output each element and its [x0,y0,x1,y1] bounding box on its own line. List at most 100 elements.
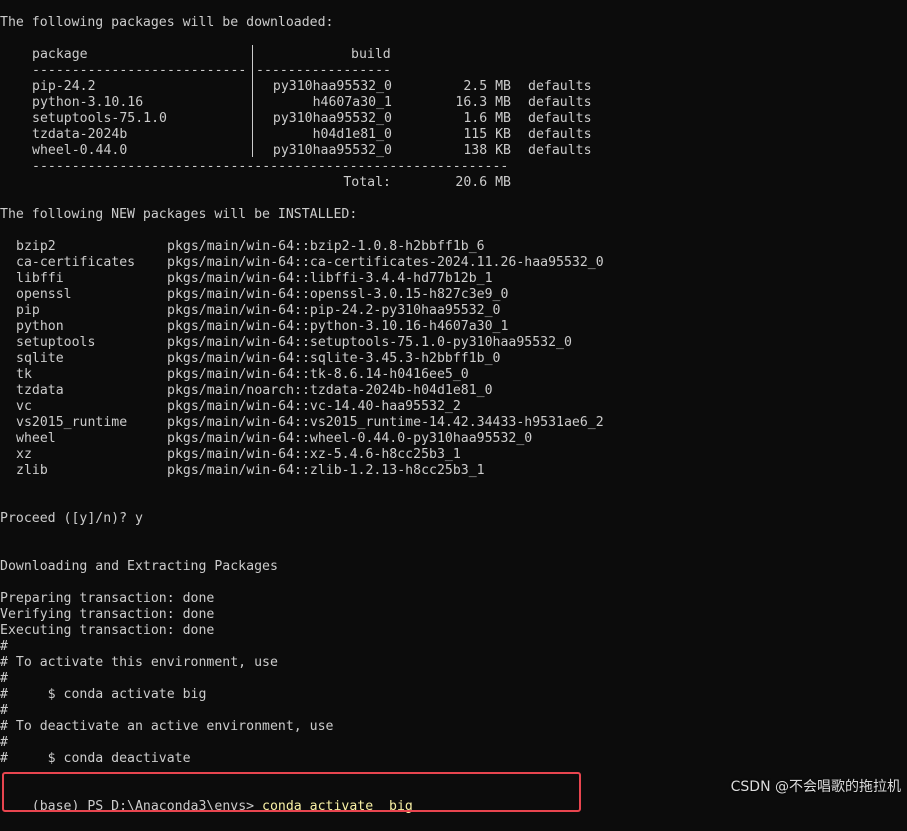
install-row: wheel pkgs/main/win-64::wheel-0.44.0-py31… [0,431,907,447]
install-row: python pkgs/main/win-64::python-3.10.16-h… [0,319,907,335]
download-package: tzdata-2024b [32,127,128,142]
install-name: wheel [16,431,56,446]
hint-line: # [0,639,8,654]
install-row: vs2015_runtime pkgs/main/win-64::vs2015_r… [0,415,907,431]
install-name: xz [16,447,32,462]
transaction-line: Preparing transaction: done [0,591,215,606]
install-name: tk [16,367,32,382]
download-total-separator: ----------------------------------------… [0,159,907,175]
terminal-output[interactable]: The following packages will be downloade… [0,15,907,814]
download-channel: defaults [528,95,592,110]
download-row: python-3.10.16 h4607a30_1 16.3 MB defaults [0,95,907,111]
download-table-separator: --------------------------- ------------… [0,63,907,79]
hint-line: # To deactivate an active environment, u… [0,719,334,734]
install-spec: pkgs/main/win-64::setuptools-75.1.0-py31… [167,335,572,350]
command-highlight-box [2,772,581,812]
download-row: setuptools-75.1.0 py310haa95532_0 1.6 MB de… [0,111,907,127]
install-spec: pkgs/main/win-64::zlib-1.2.13-h8cc25b3_1 [167,463,485,478]
download-package: pip-24.2 [32,79,96,94]
install-spec: pkgs/main/win-64::bzip2-1.0.8-h2bbff1b_6 [167,239,485,254]
install-name: pip [16,303,40,318]
downloading-status: Downloading and Extracting Packages [0,559,278,574]
install-row: setuptools pkgs/main/win-64::setuptools-7… [0,335,907,351]
download-row: tzdata-2024b h04d1e81_0 115 KB defaults [0,127,907,143]
total-value: 20.6 MB [455,175,511,190]
install-row: pip pkgs/main/win-64::pip-24.2-py310haa95… [0,303,907,319]
download-header: The following packages will be downloade… [0,15,334,30]
hint-line: # [0,703,8,718]
install-name: tzdata [16,383,64,398]
download-package: python-3.10.16 [32,95,144,110]
hint-line: # [0,735,8,750]
download-channel: defaults [528,127,592,142]
separator-left: --------------------------- [32,63,247,78]
install-spec: pkgs/main/win-64::pip-24.2-py310haa95532… [167,303,501,318]
install-row: ca-certificates pkgs/main/win-64::ca-cert… [0,255,907,271]
download-table-header: package build [0,47,907,63]
install-name: vc [16,399,32,414]
watermark: CSDN @不会唱歌的拖拉机 [730,779,901,795]
download-package: wheel-0.44.0 [32,143,128,158]
download-size: 2.5 MB [463,79,511,94]
install-row: libffi pkgs/main/win-64::libffi-3.4.4-hd7… [0,271,907,287]
install-spec: pkgs/main/noarch::tzdata-2024b-h04d1e81_… [167,383,493,398]
download-build: py310haa95532_0 [272,111,392,126]
download-size: 115 KB [463,127,511,142]
transaction-line: Verifying transaction: done [0,607,215,622]
install-row: sqlite pkgs/main/win-64::sqlite-3.45.3-h2… [0,351,907,367]
download-channel: defaults [528,111,592,126]
install-spec: pkgs/main/win-64::openssl-3.0.15-h827c3e… [167,287,509,302]
install-spec: pkgs/main/win-64::libffi-3.4.4-hd77b12b_… [167,271,493,286]
install-name: openssl [16,287,72,302]
install-row: openssl pkgs/main/win-64::openssl-3.0.15-… [0,287,907,303]
download-build: py310haa95532_0 [272,79,392,94]
install-spec: pkgs/main/win-64::vc-14.40-haa95532_2 [167,399,461,414]
install-row: tzdata pkgs/main/noarch::tzdata-2024b-h04… [0,383,907,399]
total-label: Total: [343,175,391,190]
install-spec: pkgs/main/win-64::ca-certificates-2024.1… [167,255,604,270]
download-package: setuptools-75.1.0 [32,111,167,126]
table-column-divider [252,45,253,157]
install-spec: pkgs/main/win-64::tk-8.6.14-h0416ee5_0 [167,367,469,382]
install-name: python [16,319,64,334]
install-spec: pkgs/main/win-64::xz-5.4.6-h8cc25b3_1 [167,447,461,462]
download-size: 1.6 MB [463,111,511,126]
install-spec: pkgs/main/win-64::wheel-0.44.0-py310haa9… [167,431,533,446]
download-channel: defaults [528,143,592,158]
install-name: setuptools [16,335,96,350]
separator-right: ----------------- [256,63,391,78]
install-name: sqlite [16,351,64,366]
hint-line: # $ conda deactivate [0,751,191,766]
install-spec: pkgs/main/win-64::sqlite-3.45.3-h2bbff1b… [167,351,501,366]
install-row: zlib pkgs/main/win-64::zlib-1.2.13-h8cc25… [0,463,907,479]
download-total-row: Total: 20.6 MB [0,175,907,191]
hint-line: # $ conda activate big [0,687,207,702]
col-build-header: build [351,47,391,62]
col-package-header: package [32,47,88,62]
separator-total: ----------------------------------------… [32,159,509,174]
download-channel: defaults [528,79,592,94]
install-row: xz pkgs/main/win-64::xz-5.4.6-h8cc25b3_1 [0,447,907,463]
install-spec: pkgs/main/win-64::python-3.10.16-h4607a3… [167,319,509,334]
install-name: bzip2 [16,239,56,254]
download-size: 16.3 MB [455,95,511,110]
hint-line: # To activate this environment, use [0,655,278,670]
install-header: The following NEW packages will be INSTA… [0,207,358,222]
download-row: pip-24.2 py310haa95532_0 2.5 MB defaults [0,79,907,95]
install-row: tk pkgs/main/win-64::tk-8.6.14-h0416ee5_0 [0,367,907,383]
download-size: 138 KB [463,143,511,158]
download-build: h04d1e81_0 [312,127,392,142]
proceed-prompt: Proceed ([y]/n)? y [0,511,143,526]
install-name: libffi [16,271,64,286]
install-spec: pkgs/main/win-64::vs2015_runtime-14.42.3… [167,415,604,430]
install-name: ca-certificates [16,255,136,270]
download-build: h4607a30_1 [312,95,392,110]
install-row: bzip2 pkgs/main/win-64::bzip2-1.0.8-h2bbf… [0,239,907,255]
hint-line: # [0,671,8,686]
download-build: py310haa95532_0 [272,143,392,158]
install-row: vc pkgs/main/win-64::vc-14.40-haa95532_2 [0,399,907,415]
transaction-line: Executing transaction: done [0,623,215,638]
install-name: vs2015_runtime [16,415,128,430]
install-name: zlib [16,463,48,478]
download-row: wheel-0.44.0 py310haa95532_0 138 KB default… [0,143,907,159]
